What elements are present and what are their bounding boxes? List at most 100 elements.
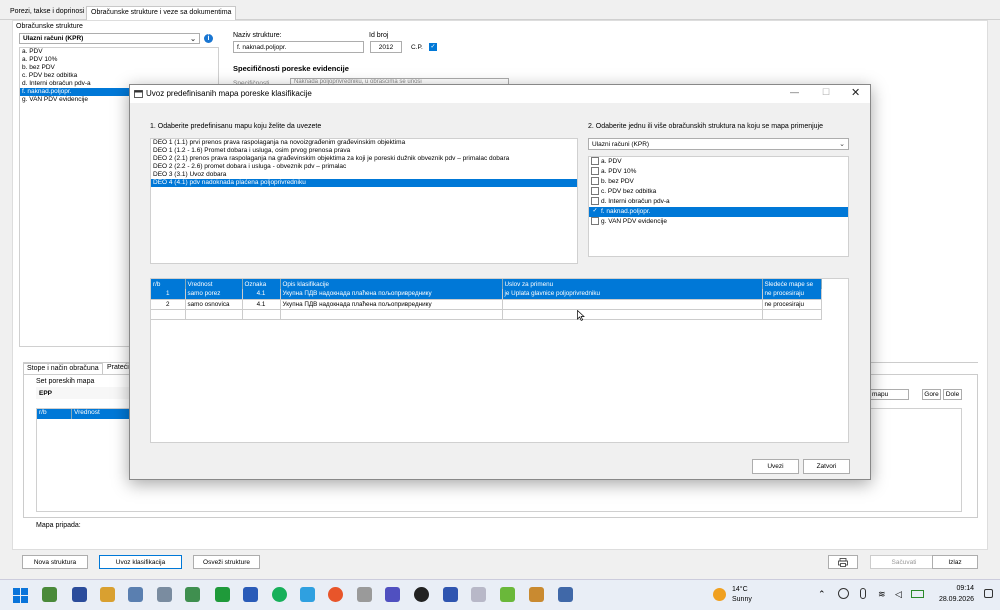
grid-cell[interactable]: 4.1 (242, 289, 281, 300)
checkbox[interactable] (591, 217, 599, 226)
classification-grid[interactable]: r/b Vrednost Oznaka Opis klasifikacije Uslov… (151, 279, 822, 320)
microphone-icon[interactable] (860, 588, 866, 599)
new-structure-button[interactable]: Nova struktura (22, 555, 88, 569)
grid-cell[interactable] (502, 299, 763, 310)
cp-checkbox[interactable]: ✓ (429, 43, 437, 51)
grid-cell[interactable]: Укупна ПДВ надокнада плаћена пољопривред… (280, 289, 503, 300)
grid-header-cell[interactable]: Oznaka (242, 279, 281, 289)
checkbox[interactable]: ✓ (591, 207, 599, 216)
maximize-icon[interactable]: ☐ (822, 87, 830, 98)
map-list-item[interactable]: DEO 3 (3.1) Uvoz dobara (151, 171, 577, 179)
grid-cell[interactable] (242, 309, 281, 320)
grid-cell[interactable]: je Uplata glavnice poljoprivredniku (502, 289, 763, 300)
sync-icon[interactable] (838, 588, 849, 599)
print-button[interactable] (828, 555, 858, 569)
map-list-item[interactable]: DEO 2 (2.2 - 2.6) promet dobara i usluga… (151, 163, 577, 171)
exit-button[interactable]: Izlaz (932, 555, 978, 569)
structure-check-item[interactable]: a. PDV (589, 157, 848, 167)
spreadsheet-icon[interactable] (215, 587, 230, 602)
dialog-structures-checklist[interactable]: a. PDV a. PDV 10% b. bez PDV c. PDV bez odb… (588, 156, 849, 257)
grid-header-cell[interactable]: Sledeće mape se (762, 279, 822, 289)
wifi-icon[interactable]: ≋ (878, 589, 886, 600)
app-icon-8[interactable] (243, 587, 258, 602)
checkbox[interactable] (591, 157, 599, 166)
app-icon-18[interactable] (529, 587, 544, 602)
tab-obracunske-strukture[interactable]: Obračunske strukture i veze sa dokumenti… (86, 6, 237, 20)
app-icon-5[interactable] (157, 587, 172, 602)
grid-cell[interactable]: samo osnovica (185, 299, 243, 310)
chat-icon[interactable] (272, 587, 287, 602)
structure-type-combo[interactable]: Ulazni računi (KPR) ⌄ (19, 33, 200, 44)
classification-row[interactable]: 1 samo porez 4.1 Укупна ПДВ надокнада плаће… (151, 289, 822, 300)
close-dialog-button[interactable]: Zatvori (803, 459, 850, 474)
grid-header-cell[interactable]: Uslov za primenu (502, 279, 763, 289)
app-icon-1[interactable] (42, 587, 57, 602)
grid-cell[interactable] (502, 309, 763, 320)
save-app-icon[interactable] (72, 587, 87, 602)
down-button[interactable]: Dole (943, 389, 962, 400)
tab-porezi[interactable]: Porezi, takse i doprinosi (6, 6, 88, 20)
import-classification-button[interactable]: Uvoz klasifikacija (99, 555, 182, 569)
import-button[interactable]: Uvezi (752, 459, 799, 474)
chevron-up-icon[interactable]: ⌃ (818, 589, 826, 600)
structure-check-item[interactable]: b. bez PDV (589, 177, 848, 187)
grid-cell[interactable]: ne procesiraju (762, 299, 822, 310)
classification-row[interactable]: 2 samo osnovica 4.1 Укупна ПДВ надокнада пл… (151, 299, 822, 310)
app-icon-3[interactable] (100, 587, 115, 602)
empty-row[interactable] (151, 309, 822, 320)
info-icon[interactable]: i (204, 34, 213, 43)
checkbox[interactable] (591, 197, 599, 206)
dialog-structure-combo[interactable]: Ulazni računi (KPR) ⌄ (588, 138, 849, 150)
refresh-structures-button[interactable]: Osveži strukture (193, 555, 260, 569)
map-list-item[interactable]: DEO 1 (1.1) prvi prenos prava raspolagan… (151, 139, 577, 147)
app-icon-4[interactable] (128, 587, 143, 602)
checkbox[interactable] (591, 187, 599, 196)
app-icon-14[interactable] (414, 587, 429, 602)
grid-cell[interactable]: Укупна ПДВ надокнада плаћена пољопривред… (280, 299, 503, 310)
structure-check-item[interactable]: ✓ f. naknad.poljopr. (589, 207, 848, 217)
grid-cell[interactable]: 1 (151, 289, 186, 300)
checkbox[interactable] (591, 177, 599, 186)
grid-cell[interactable] (280, 309, 503, 320)
map-list-item[interactable]: DEO 4 (4.1) pdv nadoknada plaćena poljop… (151, 179, 577, 187)
naziv-field[interactable]: f. naknad.poljopr. (233, 41, 364, 53)
document-icon[interactable] (443, 587, 458, 602)
grid-cell[interactable]: samo porez (185, 289, 243, 300)
start-icon[interactable] (13, 588, 28, 603)
grid-cell[interactable]: 2 (151, 299, 186, 310)
firefox-icon[interactable] (328, 587, 343, 602)
volume-icon[interactable]: ◁ (895, 589, 902, 600)
structure-list-item[interactable]: a. PDV (20, 48, 218, 56)
clock-date[interactable]: 28.09.2026 (932, 596, 974, 603)
grid-cell[interactable]: ne procesiraju (762, 289, 822, 300)
structure-check-item[interactable]: c. PDV bez odbitka (589, 187, 848, 197)
close-icon[interactable]: ✕ (851, 86, 860, 99)
structure-list-item[interactable]: b. bez PDV (20, 64, 218, 72)
id-field[interactable]: 2012 (370, 41, 402, 53)
structure-list-item[interactable]: a. PDV 10% (20, 56, 218, 64)
set-field[interactable]: EPP (36, 387, 136, 399)
predefined-maps-list[interactable]: DEO 1 (1.1) prvi prenos prava raspolagan… (150, 138, 578, 264)
checkbox[interactable] (591, 167, 599, 176)
teams-icon[interactable] (385, 587, 400, 602)
app-icon-6[interactable] (185, 587, 200, 602)
grid-cell[interactable] (185, 309, 243, 320)
map-list-item[interactable]: DEO 1 (1.2 - 1.6) Promet dobara i usluga… (151, 147, 577, 155)
grid-header-cell[interactable]: r/b (151, 279, 186, 289)
app-icon-10[interactable] (300, 587, 315, 602)
structure-check-item[interactable]: d. Interni obračun pdv-a (589, 197, 848, 207)
grid-header-cell[interactable]: Opis klasifikacije (280, 279, 503, 289)
tools-icon[interactable] (357, 587, 372, 602)
app-icon-16[interactable] (471, 587, 486, 602)
clock-time[interactable]: 09:14 (940, 585, 974, 592)
grid-cell[interactable]: 4.1 (242, 299, 281, 310)
grid-header-cell[interactable]: Vrednost (185, 279, 243, 289)
app-icon-19[interactable] (558, 587, 573, 602)
tab-prateci[interactable]: Prateći (107, 364, 129, 371)
structure-check-item[interactable]: a. PDV 10% (589, 167, 848, 177)
minimize-icon[interactable]: — (790, 87, 799, 97)
up-button[interactable]: Gore (922, 389, 941, 400)
grid-cell[interactable] (762, 309, 822, 320)
save-button[interactable]: Sačuvati (870, 555, 938, 569)
battery-icon[interactable] (911, 590, 924, 598)
